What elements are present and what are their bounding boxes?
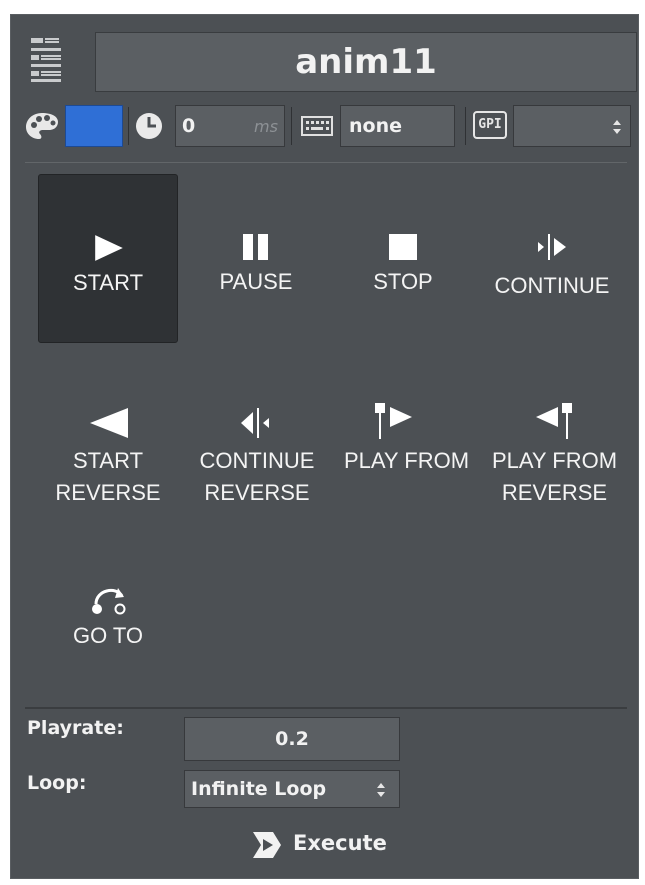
keyboard-shortcut-field[interactable]: none <box>340 105 455 147</box>
delay-unit: ms <box>254 117 278 136</box>
keyboard-icon <box>301 116 333 136</box>
continue-icon <box>538 234 566 260</box>
play-from-reverse-label-1: PLAY FROM <box>491 448 618 473</box>
play-from-reverse-icon <box>536 403 572 439</box>
continue-reverse-label-2: REVERSE <box>204 480 310 505</box>
go-to-label: GO TO <box>72 623 144 648</box>
gpi-select[interactable] <box>513 105 631 147</box>
continue-reverse-label-1: CONTINUE <box>199 448 315 473</box>
continue-button[interactable]: CONTINUE <box>482 174 622 342</box>
animation-name-field[interactable]: anim11 <box>95 32 637 92</box>
pause-button[interactable]: PAUSE <box>187 174 325 342</box>
play-from-button[interactable]: PLAY FROM <box>334 385 479 553</box>
toolbar: 0 ms none GPI <box>25 103 635 149</box>
play-from-icon <box>375 403 412 439</box>
play-icon <box>95 235 123 261</box>
loop-select-value: Infinite Loop <box>191 778 327 800</box>
pause-icon <box>243 234 268 260</box>
keyboard-value: none <box>349 115 402 137</box>
continue-reverse-icon <box>241 408 269 438</box>
palette-icon <box>26 113 58 139</box>
playrate-label: Playrate: <box>27 717 124 739</box>
loop-select[interactable]: Infinite Loop <box>184 770 400 808</box>
select-arrows-icon <box>613 120 621 134</box>
divider <box>25 162 627 163</box>
start-button[interactable]: START <box>38 174 178 343</box>
start-label: START <box>72 270 144 295</box>
clock-icon <box>136 113 162 139</box>
execute-label: Execute <box>293 831 387 855</box>
start-reverse-label-1: START <box>72 448 144 473</box>
gpi-icon: GPI <box>473 111 507 139</box>
stop-icon <box>389 234 417 260</box>
stop-label: STOP <box>373 269 433 294</box>
playrate-field[interactable]: 0.2 <box>184 717 400 761</box>
execute-icon <box>253 832 281 858</box>
go-to-icon <box>92 588 126 615</box>
divider <box>25 707 627 709</box>
play-from-label: PLAY FROM <box>343 448 470 473</box>
pause-label: PAUSE <box>219 269 293 294</box>
color-swatch[interactable] <box>65 105 123 147</box>
play-from-reverse-label-2: REVERSE <box>501 480 608 505</box>
loop-label: Loop: <box>27 772 87 794</box>
stop-button[interactable]: STOP <box>334 174 472 342</box>
select-arrows-icon <box>377 783 385 797</box>
start-reverse-label-2: REVERSE <box>55 480 161 505</box>
continue-reverse-button[interactable]: CONTINUE REVERSE <box>187 385 327 553</box>
delay-value: 0 <box>182 115 196 137</box>
animation-control-panel: anim11 0 ms none GPI START PAUSE STOP CO… <box>10 14 639 879</box>
execute-button[interactable]: Execute <box>251 825 401 861</box>
title-row: anim11 <box>27 30 637 94</box>
list-tree-icon[interactable] <box>31 38 61 82</box>
go-to-button[interactable]: GO TO <box>38 570 178 680</box>
delay-field[interactable]: 0 ms <box>175 105 285 147</box>
play-from-reverse-button[interactable]: PLAY FROM REVERSE <box>482 385 627 553</box>
continue-label: CONTINUE <box>494 273 610 298</box>
start-reverse-button[interactable]: START REVERSE <box>38 385 178 553</box>
play-reverse-icon <box>90 408 128 438</box>
